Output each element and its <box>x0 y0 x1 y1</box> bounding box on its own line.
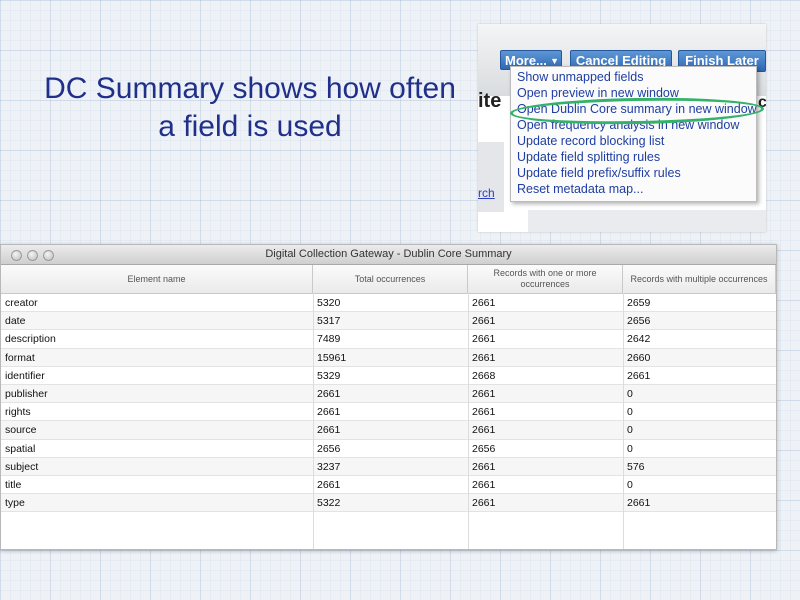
background-page-text: ite <box>478 90 502 112</box>
cell-records-multiple: 2661 <box>627 369 651 382</box>
menu-item-update-blocking[interactable]: Update record blocking list <box>517 133 664 149</box>
cell-total-occurrences: 15961 <box>317 351 347 364</box>
cell-records-multiple: 0 <box>627 406 633 419</box>
cell-records-one-or-more: 2661 <box>472 460 496 473</box>
table-row[interactable]: format 15961 2661 2660 <box>1 348 776 367</box>
cell-records-multiple: 2660 <box>627 351 651 364</box>
cell-records-one-or-more: 2661 <box>472 406 496 419</box>
more-dropdown-menu: Show unmapped fields Open preview in new… <box>510 66 757 202</box>
editor-screenshot-inset: More... ▼ Cancel Editing Finish Later it… <box>478 24 766 232</box>
cell-records-multiple: 2656 <box>627 315 651 328</box>
cell-records-one-or-more: 2661 <box>472 387 496 400</box>
cell-records-multiple: 2659 <box>627 297 651 309</box>
cell-element-name: description <box>5 333 56 346</box>
column-header-total-occurrences[interactable]: Total occurrences <box>313 265 468 293</box>
table-body: creator 5320 2661 2659 date 5317 2661 2656 descr… <box>1 294 776 513</box>
cell-element-name: rights <box>5 406 31 419</box>
window-title: Digital Collection Gateway - Dublin Core… <box>265 248 512 260</box>
cell-total-occurrences: 5320 <box>317 297 341 309</box>
cell-total-occurrences: 5317 <box>317 315 341 328</box>
column-header-records-one-or-more[interactable]: Records with one or more occurrences <box>468 265 623 293</box>
cell-total-occurrences: 5329 <box>317 369 341 382</box>
background-bar <box>528 210 766 232</box>
cell-element-name: type <box>5 497 25 510</box>
window-titlebar[interactable]: Digital Collection Gateway - Dublin Core… <box>1 245 776 265</box>
cell-element-name: identifier <box>5 369 45 382</box>
cell-records-one-or-more: 2661 <box>472 497 496 510</box>
column-header-element-name[interactable]: Element name <box>1 265 313 293</box>
cell-total-occurrences: 5322 <box>317 497 341 510</box>
table-row[interactable]: source 2661 2661 0 <box>1 421 776 440</box>
slide-title: DC Summary shows how often a field is us… <box>44 72 456 143</box>
cell-total-occurrences: 7489 <box>317 333 341 346</box>
cell-element-name: creator <box>5 297 38 309</box>
table-row[interactable]: date 5317 2661 2656 <box>1 312 776 331</box>
cell-records-multiple: 0 <box>627 387 633 400</box>
cell-records-one-or-more: 2668 <box>472 369 496 382</box>
background-panel <box>478 142 504 212</box>
table-row[interactable]: description 7489 2661 2642 <box>1 330 776 349</box>
cell-records-multiple: 0 <box>627 442 633 455</box>
cell-records-multiple: 2642 <box>627 333 651 346</box>
cell-records-one-or-more: 2661 <box>472 315 496 328</box>
menu-item-update-prefix[interactable]: Update field prefix/suffix rules <box>517 165 681 181</box>
table-row[interactable]: creator 5320 2661 2659 <box>1 294 776 313</box>
search-link[interactable]: rch <box>478 186 495 200</box>
cell-records-one-or-more: 2661 <box>472 424 496 437</box>
menu-item-open-preview[interactable]: Open preview in new window <box>517 85 679 101</box>
cell-records-one-or-more: 2661 <box>472 297 496 309</box>
cell-element-name: source <box>5 424 37 437</box>
cell-records-multiple: 576 <box>627 460 645 473</box>
cell-records-multiple: 0 <box>627 478 633 491</box>
background-page-text-right: c <box>758 94 766 111</box>
dc-summary-window: Digital Collection Gateway - Dublin Core… <box>0 244 777 550</box>
table-row[interactable]: publisher 2661 2661 0 <box>1 384 776 404</box>
cell-total-occurrences: 2661 <box>317 406 341 419</box>
cell-records-one-or-more: 2656 <box>472 442 496 455</box>
table-row[interactable]: title 2661 2661 0 <box>1 476 776 495</box>
table-row[interactable]: subject 3237 2661 576 <box>1 457 776 476</box>
menu-item-reset-map[interactable]: Reset metadata map... <box>517 181 643 197</box>
cell-records-one-or-more: 2661 <box>472 333 496 346</box>
cell-total-occurrences: 3237 <box>317 460 341 473</box>
cell-element-name: date <box>5 315 26 328</box>
table-row[interactable]: spatial 2656 2656 0 <box>1 440 776 458</box>
menu-item-update-splitting[interactable]: Update field splitting rules <box>517 149 660 165</box>
table-row[interactable]: rights 2661 2661 0 <box>1 403 776 422</box>
cell-element-name: publisher <box>5 387 48 400</box>
menu-item-show-unmapped[interactable]: Show unmapped fields <box>517 69 643 85</box>
cell-total-occurrences: 2656 <box>317 442 341 455</box>
table-row[interactable]: identifier 5329 2668 2661 <box>1 367 776 385</box>
table-row[interactable]: type 5322 2661 2661 <box>1 494 776 513</box>
cell-records-multiple: 0 <box>627 424 633 437</box>
column-divider <box>468 293 469 549</box>
cell-total-occurrences: 2661 <box>317 387 341 400</box>
cell-element-name: subject <box>5 460 39 473</box>
table-header: Element name Total occurrences Records w… <box>1 265 776 294</box>
cell-total-occurrences: 2661 <box>317 424 341 437</box>
column-divider <box>313 293 314 549</box>
cell-element-name: title <box>5 478 22 491</box>
menu-item-open-frequency[interactable]: Open frequency analysis in new window <box>517 117 739 133</box>
cell-records-one-or-more: 2661 <box>472 478 496 491</box>
cell-total-occurrences: 2661 <box>317 478 341 491</box>
cell-element-name: format <box>5 351 35 364</box>
cell-element-name: spatial <box>5 442 36 455</box>
cell-records-one-or-more: 2661 <box>472 351 496 364</box>
menu-item-open-dc-summary[interactable]: Open Dublin Core summary in new window <box>517 101 757 117</box>
column-header-records-multiple[interactable]: Records with multiple occurrences <box>623 265 776 293</box>
column-divider <box>623 293 624 549</box>
cell-records-multiple: 2661 <box>627 497 651 510</box>
